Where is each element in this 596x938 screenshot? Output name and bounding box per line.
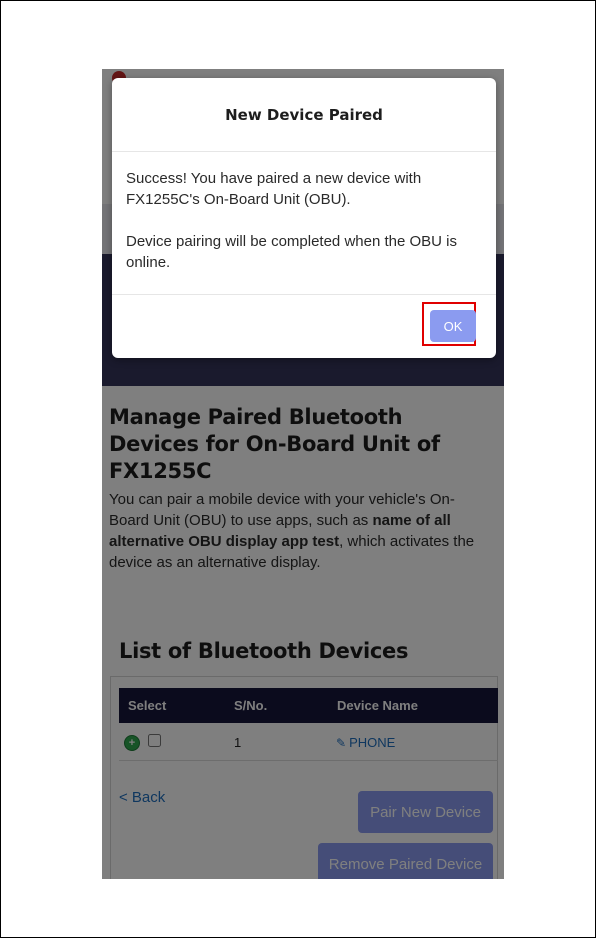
dialog-message-success: Success! You have paired a new device wi…	[126, 170, 422, 208]
device-paired-dialog: New Device Paired Success! You have pair…	[112, 78, 496, 358]
dialog-body: Success! You have paired a new device wi…	[126, 168, 482, 294]
ok-button[interactable]: OK	[430, 310, 476, 342]
dialog-divider	[112, 151, 496, 152]
phone-screen: Manage Paired Bluetooth Devices for On-B…	[102, 69, 504, 879]
dialog-footer-divider	[112, 294, 496, 295]
dialog-message-pending: Device pairing will be completed when th…	[126, 233, 457, 271]
dialog-title: New Device Paired	[225, 106, 383, 124]
